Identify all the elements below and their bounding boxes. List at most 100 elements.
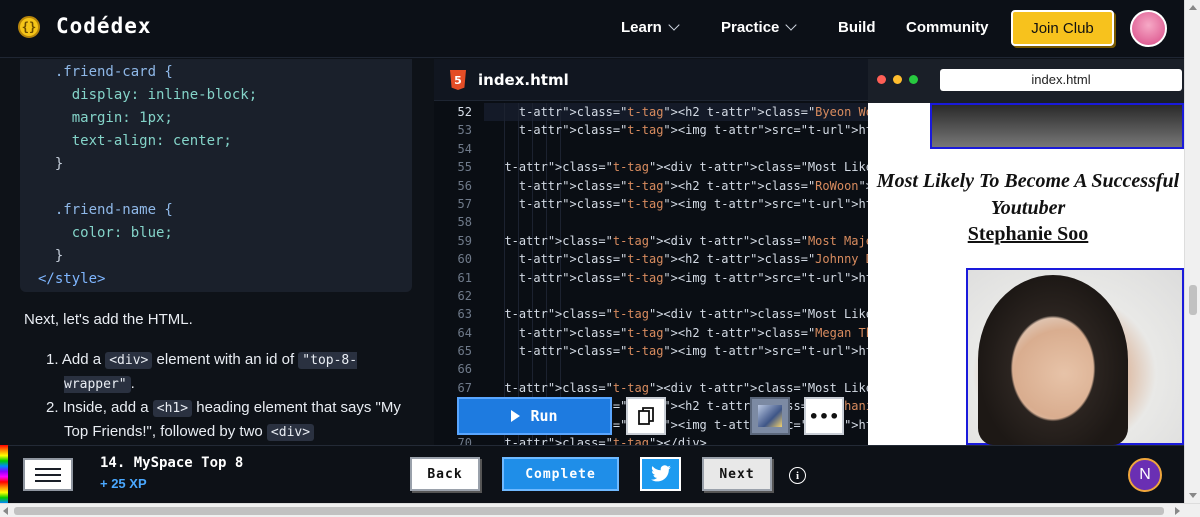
nav-community[interactable]: Community: [906, 19, 989, 36]
nav-practice[interactable]: Practice: [721, 19, 798, 36]
preview-name: Stephanie Soo: [967, 223, 1089, 245]
copy-button[interactable]: [626, 397, 666, 435]
line-number: 57: [457, 196, 472, 211]
vertical-scrollbar[interactable]: [1184, 0, 1200, 503]
code-line: }: [38, 156, 64, 172]
info-icon[interactable]: i: [789, 467, 806, 484]
menu-icon: [35, 473, 61, 476]
code-line: text-align: center;: [38, 133, 232, 149]
scroll-thumb[interactable]: [14, 507, 1164, 515]
list-item: 2. Inside, add a <h1> heading element th…: [46, 399, 401, 441]
nav-learn-label: Learn: [621, 19, 662, 36]
avatar[interactable]: [1130, 10, 1167, 47]
nav-community-label: Community: [906, 19, 989, 36]
code-line: t-attr">class="t-tag"><img t-attr">src="…: [518, 123, 868, 138]
share-image-button[interactable]: [750, 397, 790, 435]
run-button[interactable]: Run: [457, 397, 612, 435]
twitter-icon: [650, 465, 671, 482]
close-dot-icon[interactable]: [877, 75, 886, 84]
scroll-right-icon[interactable]: [1175, 507, 1180, 515]
scroll-left-icon[interactable]: [3, 507, 8, 515]
editor-tab[interactable]: 5 index.html: [434, 59, 868, 101]
preview-heading: Most Likely To Become A Successful Youtu…: [872, 168, 1184, 222]
chevron-down-icon: [785, 19, 798, 31]
line-number: 63: [457, 307, 472, 322]
thumbnail-icon: [758, 405, 782, 427]
user-avatar[interactable]: N: [1128, 458, 1162, 492]
line-number: 64: [457, 325, 472, 340]
code-line: t-attr">class="t-tag"><div t-attr">class…: [504, 160, 868, 175]
line-number: 59: [457, 233, 472, 248]
code-line: t-attr">class="t-tag"><h2 t-attr">class=…: [518, 178, 868, 193]
preview-heading-line: Most Likely To Become A Successful: [876, 170, 1180, 192]
code-line: color: blue;: [38, 225, 173, 241]
preview-image: [930, 103, 1184, 149]
scroll-thumb[interactable]: [1189, 285, 1197, 315]
scroll-up-icon[interactable]: [1189, 5, 1197, 10]
menu-button[interactable]: [23, 458, 73, 491]
html5-icon: 5: [450, 70, 466, 90]
line-number: 58: [457, 215, 472, 230]
rainbow-strip: [0, 445, 8, 503]
line-number: 62: [457, 288, 472, 303]
code-lines[interactable]: t-attr">class="t-tag"><h2 t-attr">class=…: [490, 103, 868, 445]
chevron-down-icon: [668, 19, 680, 31]
more-options-button[interactable]: •••: [804, 397, 844, 435]
code-line: t-attr">class="t-tag"><div t-attr">class…: [504, 380, 868, 395]
top-nav: {} Codédex Learn Practice Build Communit…: [0, 0, 1184, 58]
line-number: 66: [457, 362, 472, 377]
code-line: .friend-card {: [38, 64, 173, 80]
code-editor[interactable]: 5 index.html 52 53 54 55 56 57 58 59 60 …: [434, 59, 868, 445]
code-line: t-attr">class="t-tag"><h2 t-attr">class=…: [518, 252, 868, 267]
lesson-code-block: .friend-card { display: inline-block; ma…: [20, 59, 412, 292]
nav-build-label: Build: [838, 19, 876, 36]
line-number: 56: [457, 178, 472, 193]
code-line: margin: 1px;: [38, 110, 173, 126]
nav-practice-label: Practice: [721, 19, 780, 36]
code-line: t-attr">class="t-tag"><h2 t-attr">class=…: [518, 325, 868, 340]
line-number: 52: [457, 105, 472, 119]
complete-button[interactable]: Complete: [502, 457, 619, 491]
line-number: 60: [457, 252, 472, 267]
lesson-steps: 1. Add a <div> element with an id of "to…: [46, 348, 406, 444]
maximize-dot-icon[interactable]: [909, 75, 918, 84]
line-number: 70: [457, 436, 472, 445]
minimize-dot-icon[interactable]: [893, 75, 902, 84]
nav-learn[interactable]: Learn: [621, 19, 680, 36]
logo-coin-icon[interactable]: {}: [18, 16, 40, 38]
play-icon: [511, 410, 521, 422]
nav-build[interactable]: Build: [838, 19, 876, 36]
code-line: t-attr">class="t-tag"><img t-attr">src="…: [518, 270, 868, 285]
code-line: </style>: [38, 271, 106, 287]
more-icon: •••: [808, 406, 840, 426]
code-line: t-attr">class="t-tag"><img t-attr">src="…: [518, 344, 868, 359]
preview-photo-detail: [978, 275, 1128, 445]
address-bar[interactable]: index.html: [940, 69, 1182, 91]
horizontal-scrollbar[interactable]: [0, 503, 1200, 517]
xp-badge: + 25 XP: [100, 476, 147, 491]
code-line: t-attr">class="t-tag"><h2 t-attr">class=…: [518, 105, 868, 119]
code-line: t-attr">class="t-tag"></div>: [504, 436, 707, 445]
back-button[interactable]: Back: [410, 457, 480, 491]
twitter-button[interactable]: [640, 457, 681, 491]
run-label: Run: [530, 407, 558, 425]
line-gutter: 52 53 54 55 56 57 58 59 60 61 62 63 64 6…: [434, 103, 484, 445]
code-line: t-attr">class="t-tag"><div t-attr">class…: [504, 307, 868, 322]
menu-icon: [35, 479, 61, 482]
code-line: t-attr">class="t-tag"><div t-attr">class…: [504, 233, 868, 248]
next-button[interactable]: Next: [702, 457, 772, 491]
scroll-down-icon[interactable]: [1189, 493, 1197, 498]
line-number: 54: [457, 141, 472, 156]
editor-tab-label: index.html: [478, 71, 569, 89]
list-item: 1. Add a <div> element with an id of "to…: [46, 351, 358, 393]
lesson-panel: .friend-card { display: inline-block; ma…: [0, 59, 434, 445]
join-club-button[interactable]: Join Club: [1011, 10, 1114, 46]
copy-icon: [638, 407, 654, 425]
logo-text[interactable]: Codédex: [56, 14, 152, 38]
code-line: display: inline-block;: [38, 87, 258, 103]
preview-heading-line: Youtuber: [990, 197, 1066, 219]
lesson-paragraph: Next, let's add the HTML.: [24, 311, 193, 328]
